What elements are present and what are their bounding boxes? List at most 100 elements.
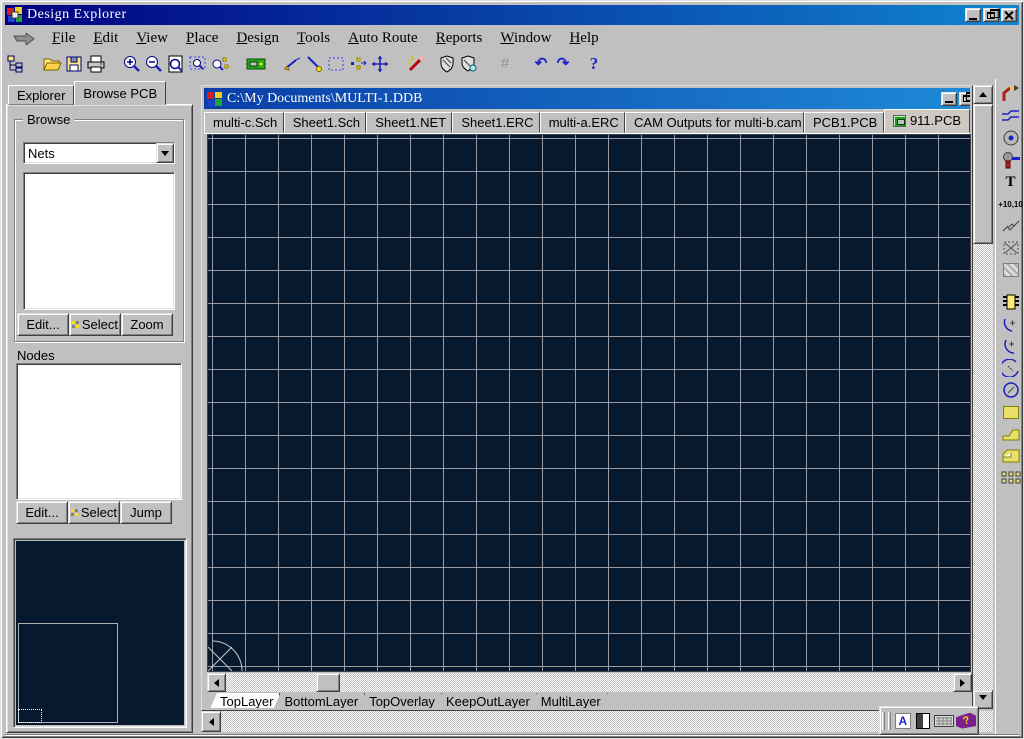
zoom-in-icon[interactable] (121, 53, 143, 75)
nets-zoom-button[interactable]: Zoom (121, 313, 173, 336)
menu-window[interactable]: Window (491, 29, 560, 48)
menu-tools[interactable]: Tools (288, 29, 339, 48)
drc-reset-icon[interactable] (458, 53, 480, 75)
scroll-left-button[interactable] (207, 673, 226, 692)
place-polygon-cutout-icon[interactable] (998, 445, 1024, 467)
chevron-down-icon (161, 151, 169, 160)
menu-design[interactable]: Design (227, 29, 288, 48)
hscroll-thumb[interactable] (316, 673, 340, 692)
workspace-scroll-left-button[interactable] (201, 711, 221, 732)
toolbar-grip[interactable] (882, 712, 885, 730)
edit-arc-edge-icon[interactable] (998, 313, 1024, 335)
place-fill-icon[interactable] (998, 401, 1024, 423)
help-icon[interactable]: ? (583, 53, 605, 75)
help-book-icon[interactable]: ? (956, 711, 976, 731)
place-via-icon[interactable] (998, 149, 1024, 171)
layer-tab-topoverlay[interactable]: TopOverlay (358, 693, 442, 708)
doc-tab-911-pcb[interactable]: 911.PCB (884, 109, 970, 133)
nodes-edit-button[interactable]: Edit... (16, 501, 68, 524)
menu-edit[interactable]: Edit (84, 29, 127, 48)
open-document-icon[interactable] (41, 53, 63, 75)
nodes-list[interactable] (16, 363, 182, 500)
close-button[interactable] (1001, 8, 1017, 22)
menu-place[interactable]: Place (177, 29, 227, 48)
vscroll-thumb[interactable] (973, 104, 993, 244)
move-select-icon[interactable] (347, 53, 369, 75)
place-track-icon[interactable] (998, 105, 1024, 127)
save-document-icon[interactable] (63, 53, 85, 75)
doc-tab-sheet1-erc[interactable]: Sheet1.ERC (452, 112, 539, 133)
redo-icon[interactable]: ↷ (552, 53, 574, 75)
zoom-area-icon[interactable] (187, 53, 209, 75)
nets-list[interactable] (23, 172, 175, 310)
doc-restore-button[interactable] (959, 92, 970, 106)
grid-toggle-icon[interactable]: # (494, 53, 516, 75)
move-object-icon[interactable] (369, 53, 391, 75)
place-dimension-icon[interactable] (998, 215, 1024, 237)
place-polygon-icon[interactable] (998, 423, 1024, 445)
text-style-icon[interactable]: A (894, 711, 912, 731)
board-view-icon[interactable] (245, 53, 267, 75)
restore-button[interactable] (983, 8, 999, 22)
zoom-selection-icon[interactable] (209, 53, 231, 75)
menu-file[interactable]: File (43, 29, 84, 48)
place-pad-icon[interactable] (998, 127, 1024, 149)
doc-minimize-button[interactable] (941, 92, 957, 106)
doc-tab-pcb1-pcb[interactable]: PCB1.PCB (804, 112, 884, 133)
dropdown-arrow-button[interactable] (156, 143, 174, 163)
design-explorer-toggle-icon[interactable] (5, 53, 27, 75)
zoom-out-icon[interactable] (143, 53, 165, 75)
place-component-icon[interactable] (998, 291, 1024, 313)
array-paste-icon[interactable] (998, 467, 1024, 489)
minimize-button[interactable] (965, 8, 981, 22)
menu-view[interactable]: View (127, 29, 177, 48)
cross-probe-icon[interactable] (281, 53, 303, 75)
preview-viewport-rect[interactable] (18, 623, 118, 723)
select-area-icon[interactable] (325, 53, 347, 75)
layer-tab-bottomlayer[interactable]: BottomLayer (273, 693, 365, 708)
tab-browse-pcb[interactable]: Browse PCB (74, 81, 166, 105)
doc-tab-sheet1-sch[interactable]: Sheet1.Sch (284, 112, 367, 133)
doc-tab-sheet1-net[interactable]: Sheet1.NET (366, 112, 452, 133)
browse-type-dropdown[interactable]: Nets (23, 142, 175, 164)
undo-icon[interactable]: ↶ (530, 53, 552, 75)
doc-tab-multi-c-sch[interactable]: multi-c.Sch (204, 112, 284, 133)
tab-explorer[interactable]: Explorer (8, 85, 74, 105)
nets-select-button[interactable]: Select (69, 313, 121, 336)
drc-online-icon[interactable] (436, 53, 458, 75)
fill-style-icon[interactable] (914, 711, 932, 731)
slice-tracks-icon[interactable] (303, 53, 325, 75)
scroll-right-button[interactable] (953, 673, 972, 692)
edit-arc-center-icon[interactable] (998, 335, 1024, 357)
doc-tab-multi-a-erc[interactable]: multi-a.ERC (540, 112, 625, 133)
canvas-vertical-scrollbar[interactable] (973, 85, 993, 709)
keyboard-icon[interactable] (934, 711, 954, 731)
nodes-select-button[interactable]: Select (68, 501, 120, 524)
layer-tab-multilayer[interactable]: MultiLayer (530, 693, 608, 708)
interactive-routing-icon[interactable] (998, 83, 1024, 105)
place-string-icon[interactable]: T (998, 171, 1024, 193)
place-coordinate-icon[interactable]: +10,10 (998, 193, 1024, 215)
menu-help[interactable]: Help (560, 29, 607, 48)
pcb-canvas[interactable] (208, 135, 970, 671)
menu-auto-route[interactable]: Auto Route (339, 29, 427, 48)
place-fill-hatched-icon[interactable] (998, 259, 1024, 281)
canvas-horizontal-scrollbar[interactable] (207, 673, 972, 692)
nodes-jump-button[interactable]: Jump (120, 501, 172, 524)
doc-tab-cam-outputs[interactable]: CAM Outputs for multi-b.cam (625, 112, 804, 133)
wizard-icon[interactable] (405, 53, 427, 75)
board-preview[interactable] (13, 538, 187, 728)
workspace-horizontal-scrollbar[interactable] (201, 711, 993, 732)
nets-edit-button[interactable]: Edit... (17, 313, 69, 336)
edit-full-circle-icon[interactable] (998, 379, 1024, 401)
scroll-up-button[interactable] (973, 85, 993, 104)
document-title: C:\My Documents\MULTI-1.DDB (227, 91, 422, 107)
toolbar-grip[interactable] (888, 712, 891, 730)
edit-arc-angle-icon[interactable] (998, 357, 1024, 379)
zoom-document-icon[interactable] (165, 53, 187, 75)
layer-tab-toplayer[interactable]: TopLayer (209, 693, 280, 708)
menu-reports[interactable]: Reports (427, 29, 492, 48)
layer-tab-keepoutlayer[interactable]: KeepOutLayer (435, 693, 537, 708)
print-icon[interactable] (85, 53, 107, 75)
place-room-icon[interactable] (998, 237, 1024, 259)
